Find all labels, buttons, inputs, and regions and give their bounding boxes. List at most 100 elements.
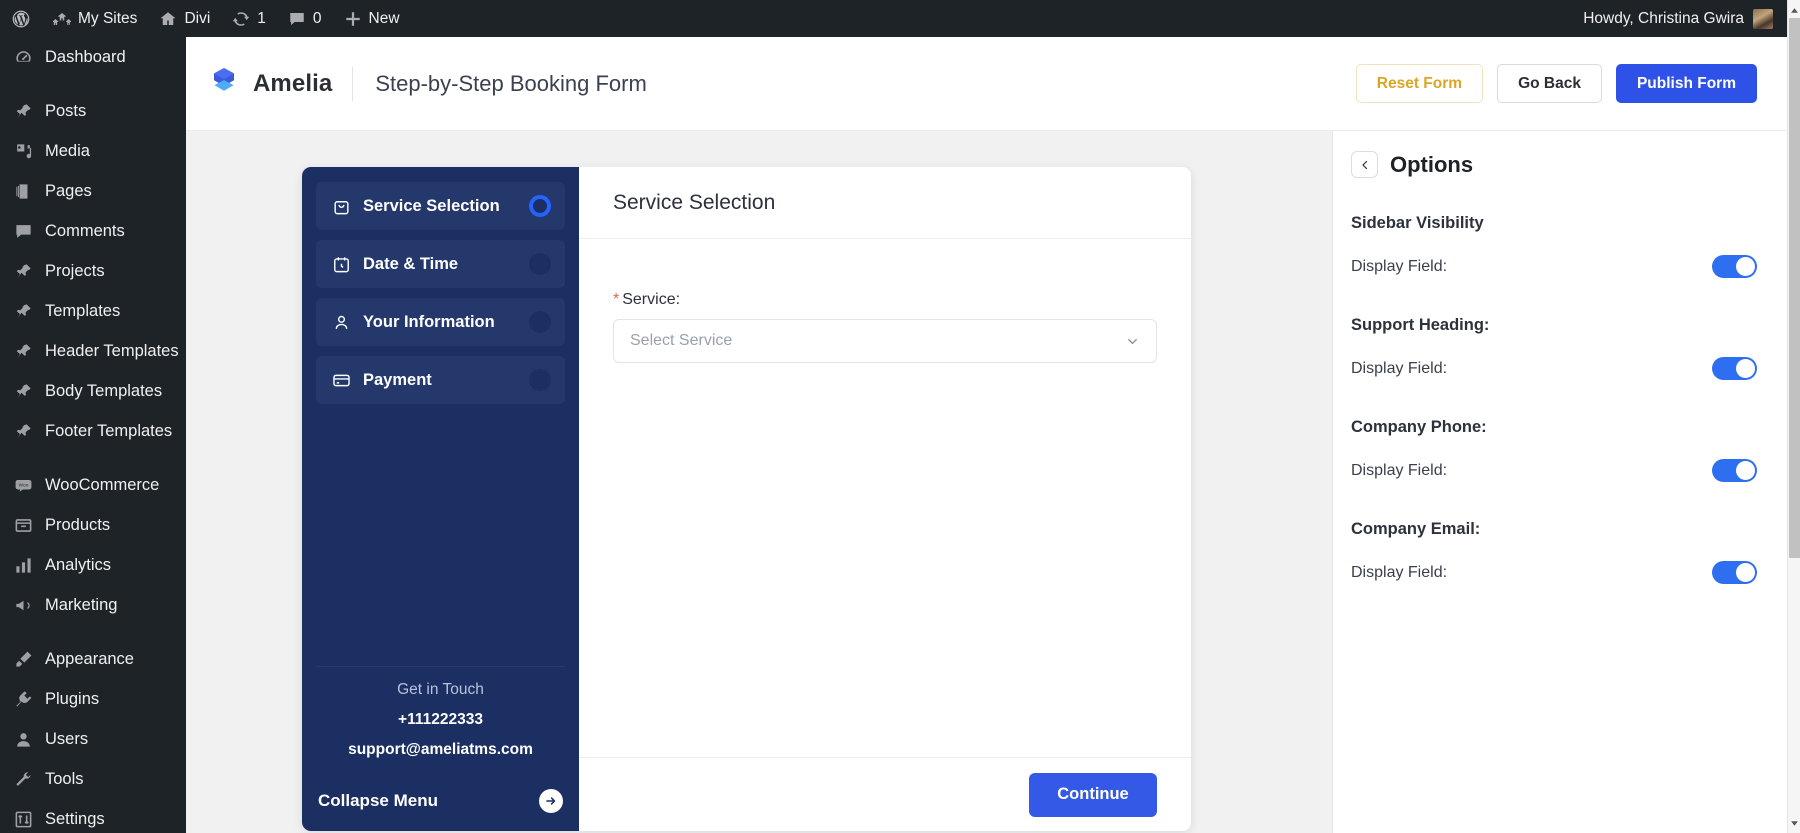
sidebar-item-label: Marketing <box>45 595 118 614</box>
sidebar-item-posts[interactable]: Posts <box>0 91 186 131</box>
users-icon <box>12 728 34 750</box>
sidebar-item-woocommerce[interactable]: Woo WooCommerce <box>0 465 186 505</box>
booking-step-label: Service Selection <box>363 196 500 215</box>
settings-icon <box>12 808 34 830</box>
go-back-button[interactable]: Go Back <box>1497 64 1602 103</box>
sidebar-item-products[interactable]: Products <box>0 505 186 545</box>
plugins-icon <box>12 688 34 710</box>
booking-step-service-selection[interactable]: Service Selection <box>316 182 565 230</box>
booking-step-indicator[interactable] <box>529 369 551 391</box>
booking-step-your-information[interactable]: Your Information <box>316 298 565 346</box>
booking-step-label: Payment <box>363 370 432 389</box>
svg-text:Woo: Woo <box>18 482 28 488</box>
sidebar-item-label: Templates <box>45 301 121 320</box>
scroll-down-arrow-icon[interactable] <box>1788 815 1800 831</box>
option-group-support-heading: Support Heading: Display Field: <box>1351 316 1757 380</box>
admin-bar-site-divi[interactable]: Divi <box>148 0 221 37</box>
amelia-header: Amelia Step-by-Step Booking Form Reset F… <box>186 37 1787 131</box>
sidebar-item-users[interactable]: Users <box>0 719 186 759</box>
updates-icon <box>232 10 250 28</box>
pin-icon <box>12 380 34 402</box>
support-heading: Get in Touch <box>397 681 484 698</box>
booking-step-indicator[interactable] <box>529 253 551 275</box>
chevron-left-icon <box>1361 160 1367 169</box>
sidebar-item-label: Header Templates <box>45 341 179 360</box>
booking-sidebar-filler <box>316 414 565 666</box>
sidebar-item-label: Plugins <box>45 689 100 708</box>
booking-step-indicator[interactable] <box>529 311 551 333</box>
admin-bar-wordpress-logo[interactable] <box>0 0 42 37</box>
option-group-title: Company Email: <box>1351 520 1481 538</box>
booking-steps-sidebar: Service Selection Date & Time Your Infor… <box>302 167 579 831</box>
chevron-down-icon <box>1125 334 1140 349</box>
admin-bar-comments-count: 0 <box>312 9 322 27</box>
pin-icon <box>12 260 34 282</box>
booking-step-indicator-active[interactable] <box>529 195 551 217</box>
sidebar-item-label: Posts <box>45 101 87 120</box>
options-panel: Options Sidebar Visibility Display Field… <box>1332 131 1787 833</box>
admin-bar-account[interactable]: Howdy, Christina Gwira <box>1583 8 1787 29</box>
marketing-icon <box>12 594 34 616</box>
sidebar-item-comments[interactable]: Comments <box>0 211 186 251</box>
sidebar-item-tools[interactable]: Tools <box>0 759 186 799</box>
sidebar-item-label: Products <box>45 515 111 534</box>
arrow-right-circle-icon <box>539 789 563 813</box>
admin-bar-new[interactable]: New <box>333 0 411 37</box>
company-email-toggle[interactable] <box>1712 561 1757 584</box>
sidebar-item-settings[interactable]: Settings <box>0 799 186 833</box>
sidebar-item-templates[interactable]: Templates <box>0 291 186 331</box>
sidebar-item-footer-templates[interactable]: Footer Templates <box>0 411 186 451</box>
tools-icon <box>12 768 34 790</box>
continue-button[interactable]: Continue <box>1029 772 1157 817</box>
sidebar-item-dashboard[interactable]: Dashboard <box>0 37 186 77</box>
option-group-sidebar-visibility: Sidebar Visibility Display Field: <box>1351 214 1757 278</box>
sidebar-item-marketing[interactable]: Marketing <box>0 585 186 625</box>
sidebar-item-pages[interactable]: Pages <box>0 171 186 211</box>
editor-canvas: Service Selection Date & Time Your Infor… <box>186 131 1787 833</box>
sidebar-item-projects[interactable]: Projects <box>0 251 186 291</box>
sidebar-item-appearance[interactable]: Appearance <box>0 639 186 679</box>
booking-step-label: Your Information <box>363 312 495 331</box>
scroll-up-arrow-icon[interactable] <box>1788 2 1800 18</box>
scrollbar-thumb[interactable] <box>1789 18 1800 558</box>
option-group-company-email: Company Email: Display Field: <box>1351 520 1757 584</box>
wp-admin-bar: My Sites Divi 1 0 New Howdy, Christina G… <box>0 0 1787 37</box>
sidebar-item-body-templates[interactable]: Body Templates <box>0 371 186 411</box>
service-select[interactable]: Select Service <box>613 319 1157 363</box>
sidebar-item-analytics[interactable]: Analytics <box>0 545 186 585</box>
admin-bar-comments[interactable]: 0 <box>277 0 333 37</box>
dashboard-icon <box>12 46 34 68</box>
option-group-title: Support Heading: <box>1351 316 1490 334</box>
option-row-label: Display Field: <box>1351 461 1448 479</box>
collapse-menu-button[interactable]: Collapse Menu <box>316 779 565 831</box>
sidebar-separator <box>0 77 186 91</box>
company-email: support@ameliatms.com <box>348 741 533 758</box>
booking-form-preview: Service Selection Date & Time Your Infor… <box>302 167 1191 831</box>
company-phone-toggle[interactable] <box>1712 459 1757 482</box>
booking-step-payment[interactable]: Payment <box>316 356 565 404</box>
amelia-logo-icon <box>208 65 240 102</box>
option-group-title: Company Phone: <box>1351 418 1487 436</box>
reset-form-button[interactable]: Reset Form <box>1355 64 1484 103</box>
option-row: Display Field: <box>1351 357 1757 380</box>
admin-bar-updates[interactable]: 1 <box>221 0 277 37</box>
sidebar-item-plugins[interactable]: Plugins <box>0 679 186 719</box>
sidebar-item-media[interactable]: Media <box>0 131 186 171</box>
admin-bar-my-sites[interactable]: My Sites <box>42 0 148 37</box>
support-heading-toggle[interactable] <box>1712 357 1757 380</box>
sidebar-item-header-templates[interactable]: Header Templates <box>0 331 186 371</box>
sidebar-separator <box>0 625 186 639</box>
browser-scrollbar[interactable] <box>1787 0 1800 833</box>
sidebar-separator <box>0 451 186 465</box>
publish-form-button[interactable]: Publish Form <box>1615 64 1757 103</box>
sidebar-item-label: Body Templates <box>45 381 163 400</box>
booking-step-date-time[interactable]: Date & Time <box>316 240 565 288</box>
options-back-button[interactable] <box>1351 151 1378 178</box>
option-group-title: Sidebar Visibility <box>1351 214 1484 232</box>
booking-support-block: Get in Touch +111222333 support@ameliatm… <box>316 666 565 779</box>
booking-panel-footer: Continue <box>579 757 1191 831</box>
sidebar-visibility-toggle[interactable] <box>1712 255 1757 278</box>
sidebar-item-label: Projects <box>45 261 105 280</box>
booking-panel-content: * Service: Select Service <box>579 239 1191 757</box>
admin-bar-my-sites-label: My Sites <box>78 9 138 27</box>
